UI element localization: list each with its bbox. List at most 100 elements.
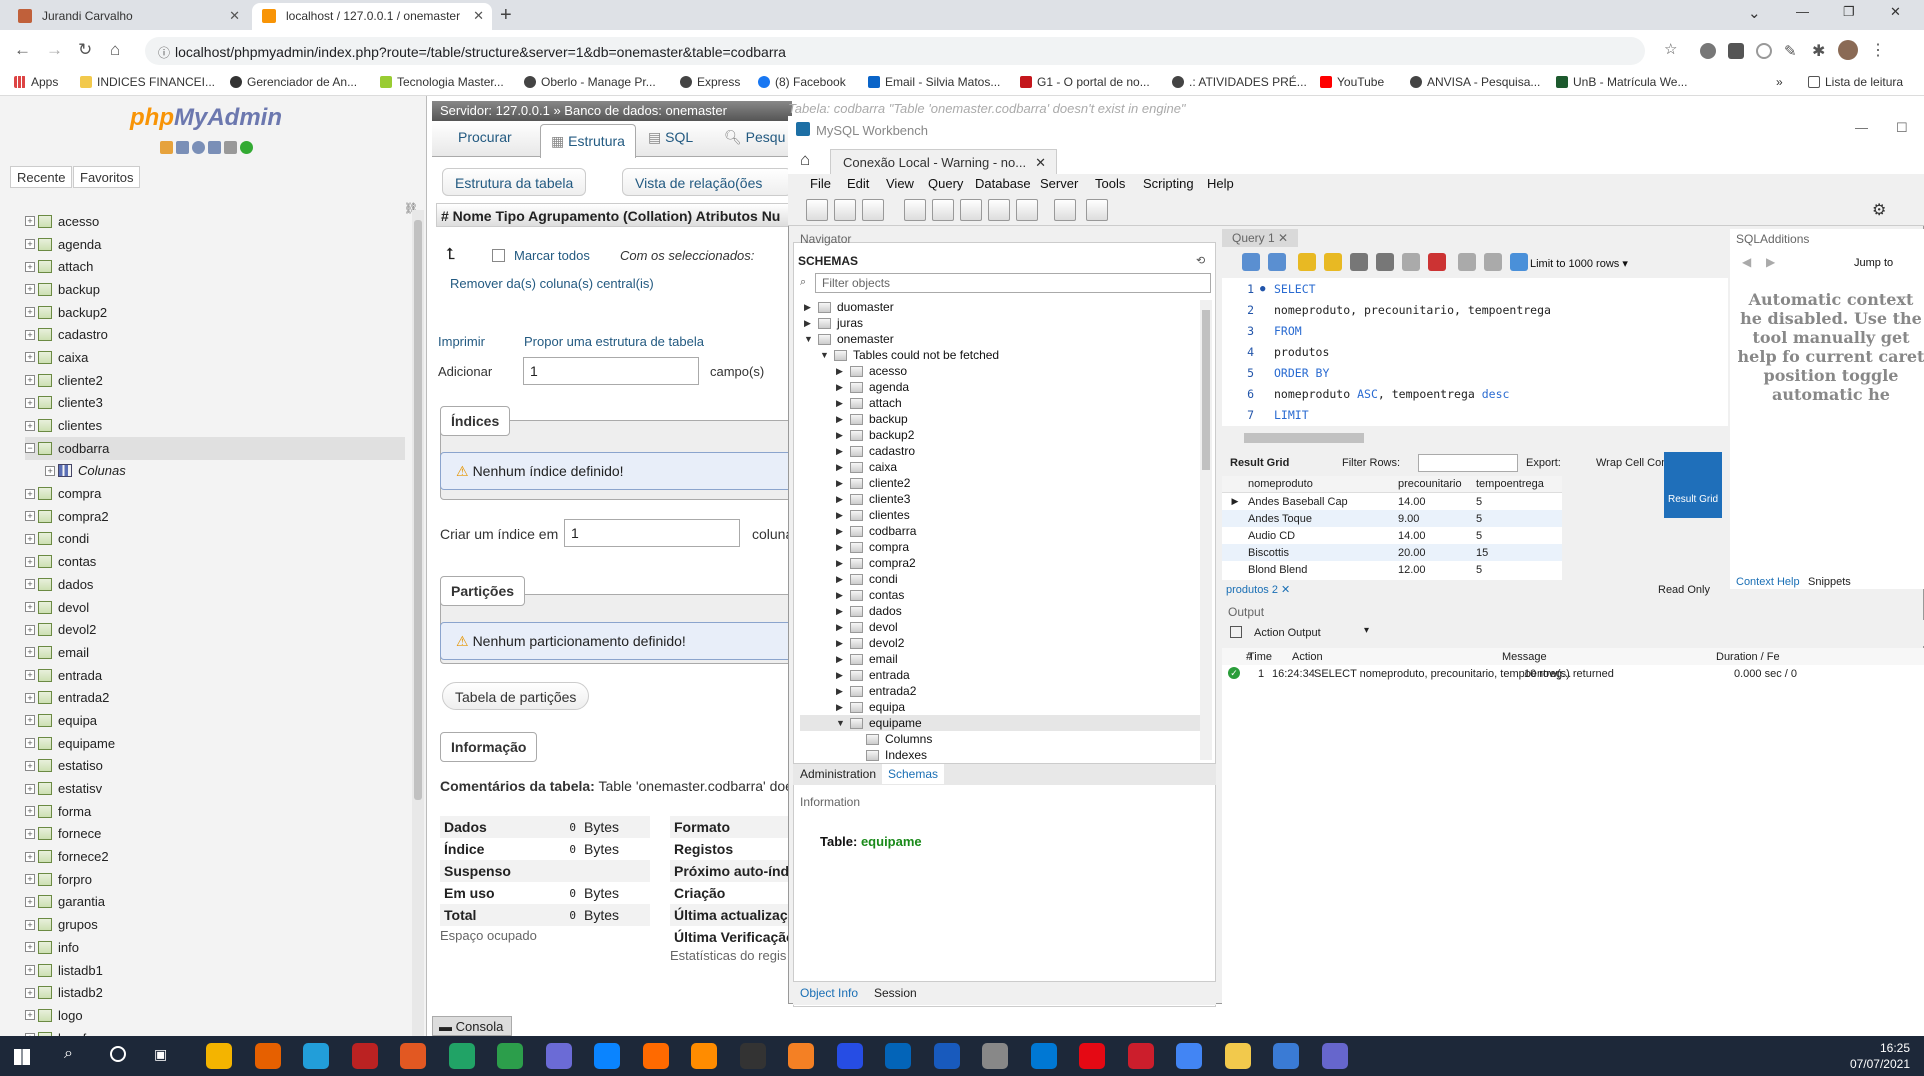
expand-icon[interactable]: + (25, 760, 35, 771)
wb-table-contas[interactable]: ▶ contas (800, 587, 1200, 603)
output-row[interactable]: ✓ 1 16:24:34 SELECT nomeproduto, precounita… (1222, 665, 1924, 682)
expand-icon[interactable]: + (25, 216, 35, 227)
tree-table-contas[interactable]: + contas (25, 550, 405, 573)
bookmark-item[interactable]: Email - Silvia Matos... (868, 75, 1000, 89)
bookmark-item[interactable]: .: ATIVIDADES PRÉ... (1172, 75, 1307, 89)
expand-icon[interactable]: + (25, 692, 35, 703)
propose-structure-link[interactable]: Propor uma estrutura de tabela (524, 334, 704, 349)
schema-onemaster[interactable]: ▼ onemaster (800, 331, 1200, 347)
query-toolbar-button[interactable] (1510, 253, 1528, 271)
bookmark-item[interactable]: Oberlo - Manage Pr... (524, 75, 656, 89)
taskbar-app-icon[interactable] (982, 1043, 1008, 1069)
editor-hscroll-thumb[interactable] (1244, 433, 1364, 443)
home-icon[interactable]: ⌂ (110, 40, 120, 60)
taskbar-app-icon[interactable] (448, 1043, 475, 1069)
extensions-puzzle-icon[interactable]: ✱ (1812, 41, 1825, 61)
wb-menu-database[interactable]: Database (975, 176, 1031, 191)
copy-icon[interactable] (1230, 626, 1242, 638)
reading-list[interactable]: Lista de leitura (1808, 75, 1903, 89)
taskbar-app-icon[interactable] (303, 1043, 329, 1069)
tree-table-compra2[interactable]: + compra2 (25, 505, 405, 528)
query-tab[interactable]: Query 1 ✕ (1222, 229, 1299, 247)
expand-icon[interactable]: + (25, 420, 35, 431)
expand-arrow-icon[interactable]: ▶ (836, 366, 846, 377)
taskbar-app-icon[interactable] (1224, 1043, 1251, 1069)
tree-table-condi[interactable]: + condi (25, 528, 405, 551)
collapse-arrow-icon[interactable]: ▼ (836, 718, 846, 728)
forward-icon[interactable]: → (46, 40, 63, 60)
query-toolbar-button[interactable] (1458, 253, 1476, 271)
tree-table-dados[interactable]: + dados (25, 573, 405, 596)
expand-icon[interactable]: + (25, 329, 35, 340)
expand-arrow-icon[interactable]: ▶ (804, 318, 814, 329)
grid-column-header[interactable]: nomeproduto (1248, 478, 1398, 490)
grid-cell[interactable]: Biscottis (1248, 547, 1398, 559)
expand-icon[interactable]: + (25, 987, 35, 998)
taskbar-app-icon[interactable] (788, 1043, 814, 1069)
more-menu-icon[interactable]: ⋮ (1870, 40, 1886, 60)
wb-table-compra[interactable]: ▶ compra (800, 539, 1200, 555)
table-structure-button[interactable]: Estrutura da tabela (442, 168, 587, 196)
search-icon[interactable]: ⌕ (64, 1045, 73, 1063)
expand-arrow-icon[interactable]: ▶ (836, 638, 846, 649)
tab-snippets[interactable]: Snippets (1808, 576, 1851, 588)
wb-table-clientes[interactable]: ▶ clientes (800, 507, 1200, 523)
expand-icon[interactable]: + (25, 284, 35, 295)
expand-icon[interactable]: + (25, 828, 35, 839)
bookmark-item[interactable]: Tecnologia Master... (380, 75, 504, 89)
tab-object-info[interactable]: Object Info (800, 986, 858, 1000)
tab-administration[interactable]: Administration (800, 767, 876, 781)
pma-breadcrumb[interactable]: Servidor: 127.0.0.1 » Banco de dados: on… (432, 101, 792, 121)
minimize-icon[interactable]: — (1796, 4, 1809, 19)
grid-cell[interactable]: 15 (1476, 547, 1556, 559)
bookmark-item[interactable]: ANVISA - Pesquisa... (1410, 75, 1540, 89)
grid-row[interactable]: Blond Blend 12.00 5 (1222, 561, 1562, 578)
tree-table-equipa[interactable]: + equipa (25, 709, 405, 732)
expand-icon[interactable]: + (25, 239, 35, 250)
tree-table-agenda[interactable]: + agenda (25, 233, 405, 256)
close-window-icon[interactable]: ✕ (1890, 4, 1901, 20)
check-all-checkbox[interactable] (492, 249, 505, 262)
wb-table-email[interactable]: ▶ email (800, 651, 1200, 667)
taskbar-app-icon[interactable] (1176, 1043, 1202, 1069)
expand-icon[interactable]: + (25, 806, 35, 817)
wb-toolbar-button[interactable] (1086, 199, 1108, 221)
tree-table-caixa[interactable]: + caixa (25, 346, 405, 369)
expand-icon[interactable]: + (25, 624, 35, 635)
address-bar[interactable]: localhost/phpmyadmin/index.php?route=/ta… (145, 37, 1645, 65)
wb-connection-tab[interactable]: Conexão Local - Warning - no... ✕ (830, 149, 1058, 175)
wb-toolbar-button[interactable] (904, 199, 926, 221)
expand-icon[interactable]: + (25, 1010, 35, 1021)
bookmark-star-icon[interactable]: ☆ (1664, 40, 1677, 58)
query-toolbar-button[interactable] (1324, 253, 1342, 271)
new-tab-icon[interactable]: + (500, 4, 512, 27)
wb-toolbar-button[interactable] (806, 199, 828, 221)
expand-arrow-icon[interactable]: ▶ (836, 686, 846, 697)
extension-icon[interactable] (1756, 43, 1772, 59)
taskbar-app-icon[interactable] (739, 1043, 766, 1069)
taskbar-app-icon[interactable] (1321, 1043, 1348, 1069)
taskbar-app-icon[interactable] (1079, 1043, 1105, 1069)
expand-icon[interactable]: + (25, 533, 35, 544)
tree-table-estatiso[interactable]: + estatiso (25, 755, 405, 778)
wb-home-icon[interactable]: ⌂ (800, 150, 810, 170)
tab-session[interactable]: Session (874, 986, 917, 1000)
tree-table-equipame[interactable]: + equipame (25, 732, 405, 755)
tab-browse[interactable]: Procurar (458, 129, 512, 145)
extension-icon[interactable] (1700, 43, 1716, 59)
wb-menu-edit[interactable]: Edit (847, 176, 869, 191)
expand-icon[interactable]: + (25, 602, 35, 613)
tree-table-logo[interactable]: + logo (25, 1004, 405, 1027)
expand-icon[interactable]: + (25, 556, 35, 567)
tree-table-acesso[interactable]: + acesso (25, 210, 405, 233)
expand-arrow-icon[interactable]: ▶ (836, 430, 846, 441)
grid-cell[interactable]: 5 (1476, 564, 1556, 576)
tree-table-garantia[interactable]: + garantia (25, 891, 405, 914)
wb-maximize-icon[interactable]: ☐ (1896, 120, 1908, 136)
expand-icon[interactable]: + (25, 783, 35, 794)
grid-cell[interactable]: 12.00 (1398, 564, 1476, 576)
expand-arrow-icon[interactable]: ▶ (836, 590, 846, 601)
query-toolbar-button[interactable] (1298, 253, 1316, 271)
taskbar-app-icon[interactable] (642, 1043, 669, 1069)
taskbar-app-icon[interactable] (836, 1043, 863, 1069)
